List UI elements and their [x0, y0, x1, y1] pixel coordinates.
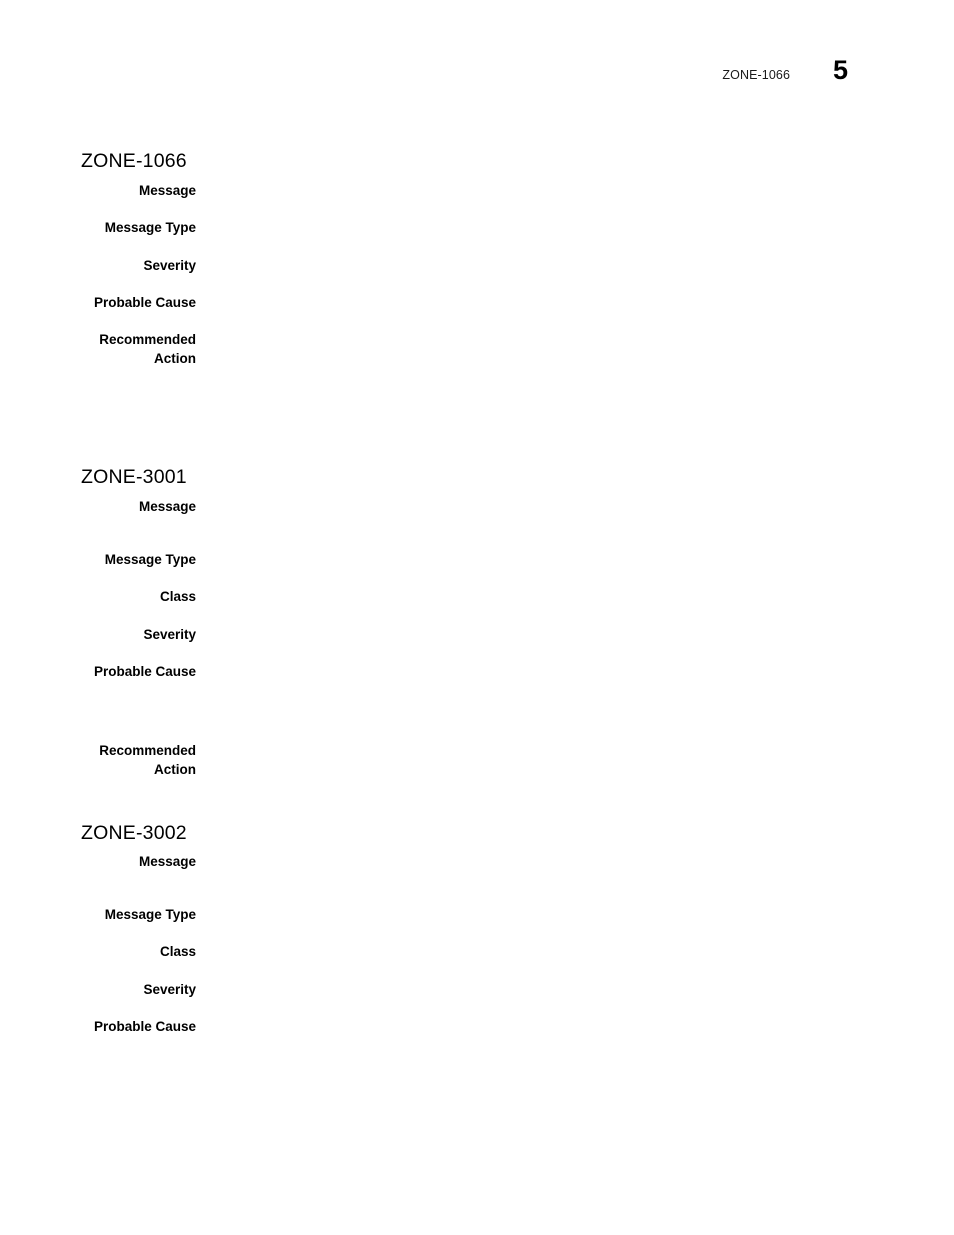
field-label: Probable Cause: [93, 664, 196, 679]
field-row: Severity: [0, 980, 954, 999]
field-value: [196, 852, 954, 853]
field-value: [196, 741, 954, 742]
header-document-reference: ZONE-1066: [722, 68, 790, 82]
field-row: Probable Cause: [0, 1017, 954, 1036]
field-value: [196, 256, 954, 257]
field-row: Message: [0, 181, 954, 200]
field-label: Message Type: [104, 220, 196, 235]
field-value: [196, 330, 954, 331]
section-title: ZONE-3002: [81, 822, 187, 845]
field-row: Probable Cause: [0, 293, 954, 312]
field-value: [196, 587, 954, 588]
field-row: Message Type: [0, 550, 954, 569]
field-label: Probable Cause: [93, 295, 196, 310]
field-label: Class: [159, 944, 196, 959]
running-header: ZONE-1066 5: [722, 57, 848, 84]
field-row: Message Type: [0, 905, 954, 924]
field-value: [196, 1017, 954, 1018]
field-label: Message: [138, 499, 196, 514]
section-title: ZONE-3001: [81, 466, 187, 489]
field-row: Class: [0, 942, 954, 961]
field-label: Severity: [143, 258, 196, 273]
field-value: [196, 942, 954, 943]
field-value: [196, 497, 954, 498]
field-row: Recommended Action: [0, 741, 954, 779]
field-value: [196, 181, 954, 182]
field-row: Recommended Action: [0, 330, 954, 368]
document-page: ZONE-1066 5 ZONE-1066 Message Message Type…: [0, 0, 954, 1235]
field-label: Class: [159, 589, 196, 604]
field-value: [196, 662, 954, 663]
field-label: Message Type: [104, 907, 196, 922]
field-value: [196, 625, 954, 626]
field-label: Recommended Action: [99, 332, 196, 366]
field-label: Severity: [143, 627, 196, 642]
field-row: Severity: [0, 256, 954, 275]
field-row: Probable Cause: [0, 662, 954, 681]
field-label: Probable Cause: [93, 1019, 196, 1034]
field-label: Message Type: [104, 552, 196, 567]
field-row: Message: [0, 852, 954, 871]
field-value: [196, 550, 954, 551]
field-value: [196, 218, 954, 219]
field-row: Message: [0, 497, 954, 516]
page-number: 5: [832, 55, 848, 85]
field-label: Severity: [143, 982, 196, 997]
section-title: ZONE-1066: [81, 150, 187, 173]
field-label: Message: [138, 854, 196, 869]
field-label: Message: [138, 183, 196, 198]
field-row: Message Type: [0, 218, 954, 237]
field-row: Class: [0, 587, 954, 606]
field-value: [196, 293, 954, 294]
field-value: [196, 905, 954, 906]
field-label: Recommended Action: [99, 743, 196, 777]
field-value: [196, 980, 954, 981]
field-row: Severity: [0, 625, 954, 644]
